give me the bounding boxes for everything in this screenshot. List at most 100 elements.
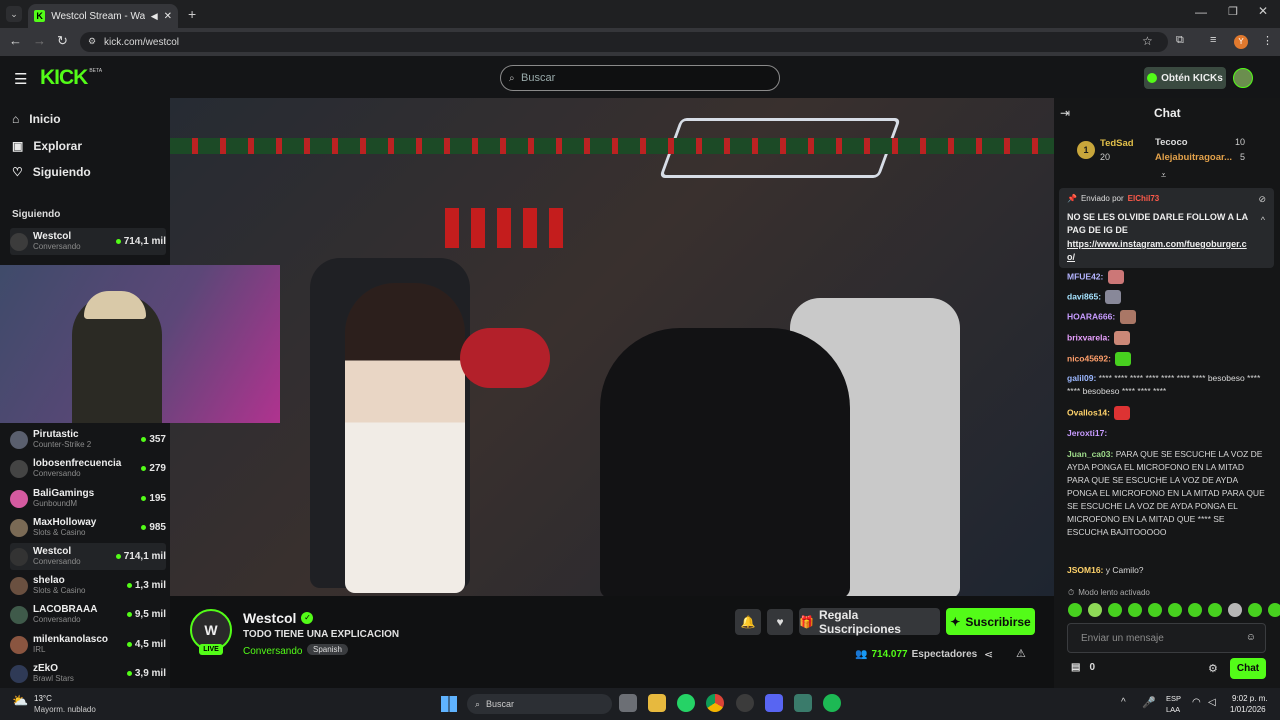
chrome-icon[interactable] (706, 694, 724, 712)
spotify-icon[interactable] (823, 694, 841, 712)
leader-3-name[interactable]: Alejabuitragoar... (1155, 152, 1232, 163)
chat-username[interactable]: Jeroxti17: (1067, 428, 1107, 438)
hamburger-menu-icon[interactable]: ☰ (14, 70, 27, 88)
restore-button[interactable]: ❐ (1228, 5, 1238, 18)
chat-username[interactable]: nico45692: (1067, 353, 1111, 363)
report-icon[interactable]: ⚠ (1016, 647, 1026, 660)
chat-username[interactable]: Ovallos14: (1067, 407, 1110, 417)
emote-6[interactable] (1168, 603, 1182, 617)
chat-username[interactable]: JSOM16: (1067, 565, 1103, 575)
discord-icon[interactable] (765, 694, 783, 712)
site-info-icon[interactable]: ⚙ (88, 36, 96, 47)
gift-subs-button[interactable]: 🎁 Regala Suscripciones (799, 608, 940, 636)
pinned-link[interactable]: https://www.instagram.com/fuegoburger.co… (1067, 238, 1252, 264)
sidebar-channel[interactable]: Westcol Conversando 714,1 mil (10, 543, 166, 570)
language-tag[interactable]: Spanish (307, 644, 348, 655)
emote-5[interactable] (1148, 603, 1162, 617)
chat-username[interactable]: MFUE42: (1067, 271, 1103, 281)
wifi-icon[interactable]: ◠ (1192, 697, 1201, 708)
new-tab-button[interactable]: + (188, 6, 196, 22)
emote-11[interactable] (1268, 603, 1280, 617)
weather-icon[interactable]: ⛅ (12, 693, 28, 709)
channel-name: LACOBRAAA (33, 604, 98, 615)
task-view-icon[interactable] (619, 694, 637, 712)
chat-username[interactable]: galil09: (1067, 373, 1096, 383)
expand-leaderboard-icon[interactable]: ⩡ (1161, 170, 1166, 181)
sidebar-channel[interactable]: Pirutastic Counter-Strike 2 357 (10, 426, 166, 453)
browser-menu-icon[interactable]: ⋮ (1262, 34, 1273, 47)
sidebar-channel[interactable]: lobosenfrecuencia Conversando 279 (10, 455, 166, 482)
close-window-button[interactable]: ✕ (1258, 4, 1268, 18)
get-kicks-button[interactable]: Obtén KICKs (1144, 67, 1226, 89)
language-code[interactable]: ESP (1166, 694, 1181, 703)
emote-10[interactable] (1248, 603, 1262, 617)
sidebar-channel[interactable]: milenkanolasco IRL 4,5 mil (10, 631, 166, 658)
share-icon[interactable]: ⋖ (984, 648, 993, 661)
pinned-user[interactable]: ElChil73 (1128, 194, 1160, 203)
emote-7[interactable] (1188, 603, 1202, 617)
sidebar-channel[interactable]: shelao Slots & Casino 1,3 mil (10, 572, 166, 599)
media-control-icon[interactable]: ≡ (1210, 34, 1216, 46)
chat-username[interactable]: Juan_ca03: (1067, 449, 1113, 459)
sidebar-channel[interactable]: MaxHolloway Slots & Casino 985 (10, 514, 166, 541)
emote-1[interactable] (1068, 603, 1082, 617)
notify-bell-button[interactable]: 🔔 (735, 609, 761, 635)
emote-3[interactable] (1108, 603, 1122, 617)
collapse-chat-icon[interactable]: ⇥ (1060, 106, 1070, 120)
following-channel[interactable]: Westcol Conversando 714,1 mil (10, 228, 166, 255)
nav-explore[interactable]: ▣ Explorar (12, 139, 82, 153)
emoji-icon[interactable]: ☺ (1246, 632, 1256, 643)
microphone-icon[interactable]: 🎤 (1142, 696, 1156, 709)
emote-4[interactable] (1128, 603, 1142, 617)
tray-chevron-icon[interactable]: ^ (1121, 697, 1126, 708)
taskbar-search[interactable]: ⌕ Buscar (467, 694, 612, 714)
user-avatar[interactable] (1233, 68, 1253, 88)
nav-home[interactable]: ⌂ Inicio (12, 112, 61, 126)
kick-logo[interactable]: KICK BETA (40, 66, 102, 90)
leader-2-name[interactable]: Tecoco (1155, 137, 1188, 148)
extensions-icon[interactable]: ⧉ (1176, 34, 1184, 47)
minimize-button[interactable]: — (1195, 5, 1207, 19)
volume-icon[interactable]: ◁ (1208, 697, 1216, 708)
chat-username[interactable]: HOARA666: (1067, 311, 1115, 321)
tab-list-button[interactable]: ⌄ (6, 6, 22, 22)
tab-audio-icon[interactable]: ◀ (151, 11, 158, 22)
chat-settings-icon[interactable]: ⚙ (1208, 662, 1218, 675)
sidebar-channel[interactable]: LACOBRAAA Conversando 9,5 mil (10, 601, 166, 628)
nav-following[interactable]: ♡ Siguiendo (12, 165, 91, 179)
start-button-icon[interactable] (441, 696, 457, 712)
stream-category[interactable]: Conversando (243, 646, 302, 657)
sidebar-channel[interactable]: BaliGamings GunboundM 195 (10, 485, 166, 512)
search-input[interactable]: ⌕ Buscar (500, 65, 780, 91)
file-explorer-icon[interactable] (648, 694, 666, 712)
forward-icon[interactable]: → (33, 33, 46, 48)
tab-close-icon[interactable]: ✕ (164, 11, 172, 22)
obs-icon[interactable] (736, 694, 754, 712)
emote-8[interactable] (1208, 603, 1222, 617)
emote-2[interactable] (1088, 603, 1102, 617)
bookmark-star-icon[interactable]: ☆ (1142, 34, 1153, 48)
browser-tab[interactable]: K Westcol Stream - Watch Li ◀ ✕ (28, 4, 178, 28)
app-icon[interactable] (794, 694, 812, 712)
url-bar[interactable]: kick.com/westcol (80, 32, 1168, 52)
chat-send-button[interactable]: Chat (1230, 658, 1266, 679)
leader-1-name[interactable]: TedSad (1100, 138, 1134, 149)
emote-9[interactable] (1228, 603, 1242, 617)
chat-username[interactable]: davi865: (1067, 291, 1101, 301)
sidebar-channel[interactable]: zEkO Brawl Stars 3,9 mil (10, 660, 166, 687)
subscribe-button[interactable]: ✦ Suscribirse (946, 608, 1035, 635)
chat-input[interactable]: Enviar un mensaje ☺ (1067, 623, 1266, 653)
beanbag (460, 328, 550, 388)
clock-time[interactable]: 9:02 p. m. (1232, 694, 1268, 703)
hide-pin-icon[interactable]: ⊘ (1258, 194, 1266, 205)
back-icon[interactable]: ← (9, 33, 22, 48)
points-widget[interactable]: ▤ 0 (1071, 662, 1095, 673)
reload-icon[interactable]: ↻ (57, 33, 68, 49)
profile-avatar[interactable]: Y (1234, 35, 1248, 49)
video-player[interactable] (170, 98, 1054, 596)
collapse-pin-icon[interactable]: ^ (1261, 215, 1265, 225)
whatsapp-icon[interactable] (677, 694, 695, 712)
follow-heart-button[interactable]: ♥ (767, 609, 793, 635)
chat-username[interactable]: brixvarela: (1067, 332, 1110, 342)
streamer-name[interactable]: Westcol (243, 610, 296, 626)
